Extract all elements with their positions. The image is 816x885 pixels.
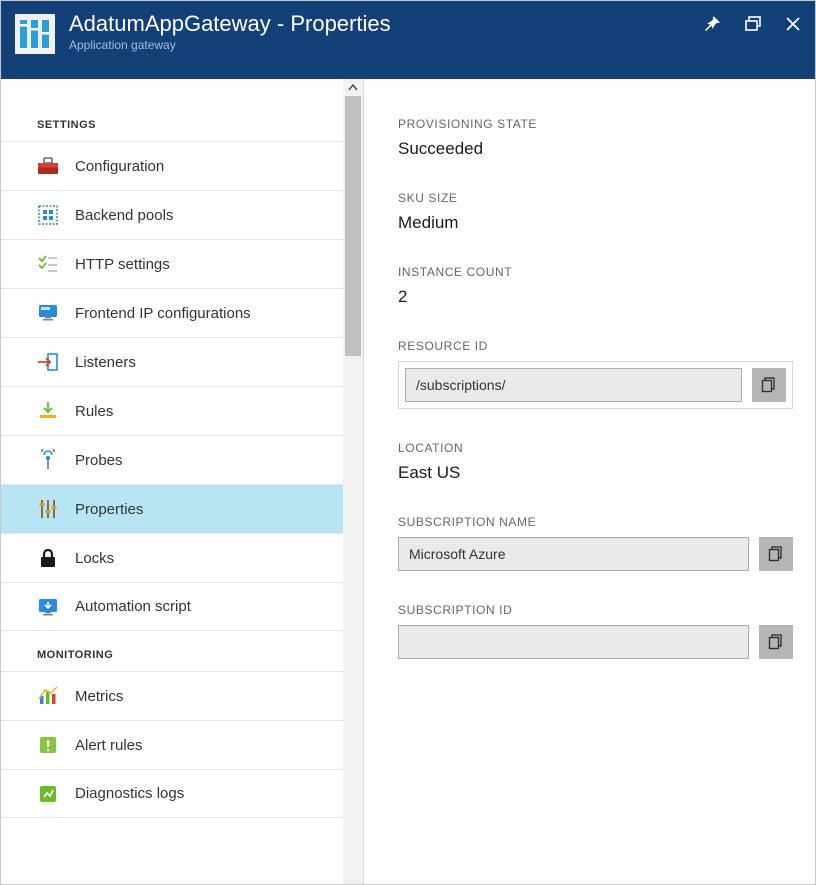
subscription-id-input[interactable] (398, 625, 749, 659)
copy-button[interactable] (752, 368, 786, 402)
screen-icon (37, 302, 59, 324)
window-subtitle: Application gateway (69, 38, 704, 52)
sidebar-item-label: Backend pools (75, 207, 173, 224)
grid-icon (37, 204, 59, 226)
sidebar-item-label: Frontend IP configurations (75, 305, 251, 322)
sidebar-item-diagnostics-logs[interactable]: Diagnostics logs (1, 769, 343, 818)
probe-icon (37, 449, 59, 471)
automation-icon (37, 596, 59, 618)
copy-button[interactable] (759, 537, 793, 571)
window-title: AdatumAppGateway - Properties (69, 11, 704, 37)
sidebar-item-label: Locks (75, 550, 114, 567)
alert-icon (37, 734, 59, 756)
sidebar-item-metrics[interactable]: Metrics (1, 671, 343, 720)
sidebar-item-listeners[interactable]: Listeners (1, 337, 343, 386)
metrics-icon (37, 685, 59, 707)
resource-id-input[interactable]: /subscriptions/ (405, 368, 742, 402)
sidebar-item-label: Properties (75, 501, 143, 518)
sidebar-item-label: Diagnostics logs (75, 785, 184, 802)
copy-icon (761, 377, 777, 393)
sidebar-item-rules[interactable]: Rules (1, 386, 343, 435)
copy-icon (768, 546, 784, 562)
sidebar-item-label: Configuration (75, 158, 164, 175)
settings-menu: Configuration Backend pools HTTP setting… (1, 141, 343, 631)
sidebar-item-label: Rules (75, 403, 113, 420)
provisioning-state-label: PROVISIONING STATE (398, 117, 793, 131)
sidebar-item-label: Metrics (75, 688, 123, 705)
sidebar-item-configuration[interactable]: Configuration (1, 141, 343, 190)
appgateway-icon (15, 14, 55, 54)
diag-icon (37, 783, 59, 805)
sidebar-item-automation-script[interactable]: Automation script (1, 582, 343, 631)
sliders-icon (37, 498, 59, 520)
instance-count-value: 2 (398, 287, 793, 307)
pin-icon[interactable] (704, 15, 721, 37)
lock-icon (37, 547, 59, 569)
sidebar-item-label: Listeners (75, 354, 136, 371)
sidebar-item-alert-rules[interactable]: Alert rules (1, 720, 343, 769)
section-label-monitoring: MONITORING (1, 631, 343, 671)
copy-icon (768, 634, 784, 650)
sidebar-item-frontend-ip[interactable]: Frontend IP configurations (1, 288, 343, 337)
download-rule-icon (37, 400, 59, 422)
sidebar-item-label: Probes (75, 452, 123, 469)
subscription-id-label: SUBSCRIPTION ID (398, 603, 793, 617)
sidebar-item-locks[interactable]: Locks (1, 533, 343, 582)
monitoring-menu: Metrics Alert rules Diagnostics logs (1, 671, 343, 818)
sidebar-scrollbar[interactable] (343, 79, 363, 884)
location-value: East US (398, 463, 793, 483)
sidebar-item-label: Automation script (75, 598, 191, 615)
sidebar-item-probes[interactable]: Probes (1, 435, 343, 484)
scroll-up-icon[interactable] (343, 79, 363, 97)
sku-size-label: SKU SIZE (398, 191, 793, 205)
location-label: LOCATION (398, 441, 793, 455)
close-icon[interactable] (785, 16, 801, 37)
checklist-icon (37, 253, 59, 275)
section-label-settings: SETTINGS (1, 97, 343, 141)
scroll-thumb[interactable] (345, 96, 361, 356)
provisioning-state-value: Succeeded (398, 139, 793, 159)
sku-size-value: Medium (398, 213, 793, 233)
resource-id-label: RESOURCE ID (398, 339, 793, 353)
sidebar-item-label: HTTP settings (75, 256, 170, 273)
sidebar-item-backend-pools[interactable]: Backend pools (1, 190, 343, 239)
sidebar-item-properties[interactable]: Properties (1, 484, 343, 533)
sidebar: SETTINGS Configuration Backend pools (1, 79, 364, 884)
sidebar-item-http-settings[interactable]: HTTP settings (1, 239, 343, 288)
subscription-name-label: SUBSCRIPTION NAME (398, 515, 793, 529)
subscription-name-input[interactable]: Microsoft Azure (398, 537, 749, 571)
window-header: AdatumAppGateway - Properties Applicatio… (1, 1, 815, 79)
header-title-block: AdatumAppGateway - Properties Applicatio… (69, 11, 704, 52)
copy-button[interactable] (759, 625, 793, 659)
restore-icon[interactable] (745, 16, 761, 37)
arrow-into-icon (37, 351, 59, 373)
instance-count-label: INSTANCE COUNT (398, 265, 793, 279)
sidebar-item-label: Alert rules (75, 737, 143, 754)
main-panel: PROVISIONING STATE Succeeded SKU SIZE Me… (364, 79, 815, 884)
toolbox-icon (37, 155, 59, 177)
